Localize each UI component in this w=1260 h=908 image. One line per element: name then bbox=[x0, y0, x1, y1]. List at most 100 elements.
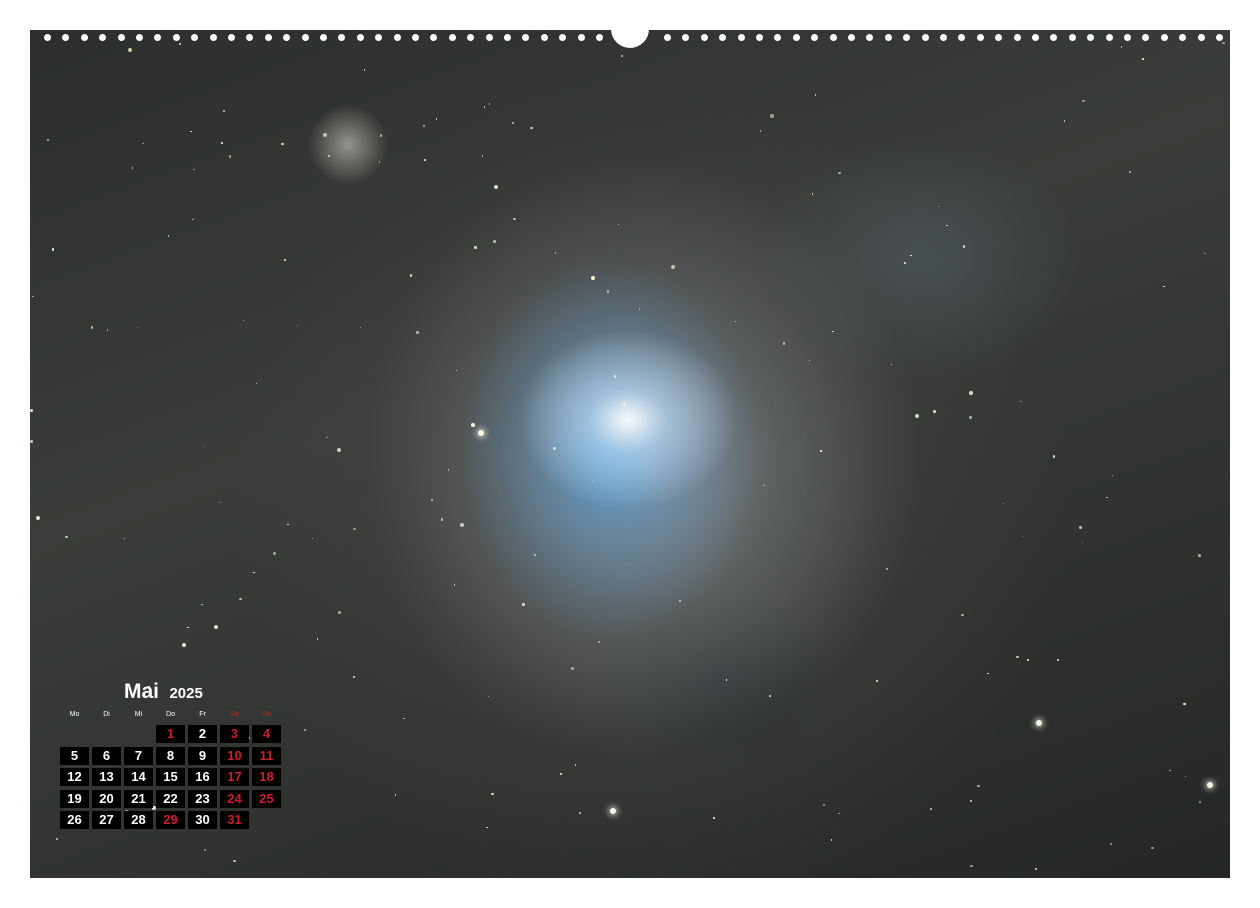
binding-hole bbox=[1198, 34, 1205, 41]
binding-hole bbox=[357, 34, 364, 41]
star bbox=[192, 219, 194, 221]
bright-star bbox=[478, 430, 484, 436]
star bbox=[1163, 286, 1165, 288]
binding-hole bbox=[136, 34, 143, 41]
star bbox=[273, 552, 276, 555]
star bbox=[1198, 554, 1201, 557]
binding-hole bbox=[449, 34, 456, 41]
star bbox=[47, 139, 49, 141]
star bbox=[1020, 401, 1022, 403]
star bbox=[30, 440, 33, 443]
binding-hole bbox=[903, 34, 910, 41]
star bbox=[832, 331, 834, 333]
star bbox=[416, 331, 419, 334]
star bbox=[32, 296, 34, 298]
calendar-day: 28 bbox=[124, 811, 153, 829]
binding-hole bbox=[375, 34, 382, 41]
calendar-day: 8 bbox=[156, 747, 185, 765]
weekday-label: Do bbox=[156, 711, 185, 718]
binding-hole bbox=[1124, 34, 1131, 41]
star bbox=[769, 695, 771, 697]
star bbox=[30, 409, 33, 412]
weekday-label: Fr bbox=[188, 711, 217, 718]
calendar-day: 22 bbox=[156, 790, 185, 808]
star bbox=[379, 161, 381, 163]
star bbox=[448, 469, 450, 471]
star bbox=[36, 516, 40, 520]
star bbox=[142, 143, 144, 145]
star bbox=[1169, 770, 1171, 772]
star bbox=[1142, 58, 1144, 60]
star bbox=[1121, 46, 1123, 48]
binding-hole bbox=[173, 34, 180, 41]
star bbox=[297, 325, 299, 327]
star bbox=[591, 276, 595, 280]
star bbox=[281, 143, 284, 146]
weekday-label: Mo bbox=[60, 711, 89, 718]
star bbox=[137, 327, 139, 329]
binding-hole bbox=[302, 34, 309, 41]
star bbox=[815, 94, 817, 96]
binding-hole bbox=[522, 34, 529, 41]
binding-hole bbox=[467, 34, 474, 41]
star bbox=[735, 321, 737, 323]
calendar-day: 26 bbox=[60, 811, 89, 829]
calendar-day: 25 bbox=[252, 790, 281, 808]
binding-hole bbox=[559, 34, 566, 41]
star bbox=[639, 308, 641, 310]
star bbox=[512, 122, 515, 125]
star bbox=[193, 169, 195, 171]
calendar-day: 4 bbox=[252, 725, 281, 743]
star bbox=[489, 103, 491, 105]
binding-hole bbox=[210, 34, 217, 41]
weekday-label: Mi bbox=[124, 711, 153, 718]
star bbox=[239, 598, 242, 601]
star bbox=[618, 224, 620, 226]
binding-hole bbox=[1142, 34, 1149, 41]
binding-hole bbox=[394, 34, 401, 41]
star bbox=[760, 130, 762, 132]
calendar-day: 17 bbox=[220, 768, 249, 786]
calendar-day: 12 bbox=[60, 768, 89, 786]
star bbox=[1064, 120, 1066, 122]
star bbox=[360, 327, 362, 329]
bright-star bbox=[1207, 782, 1213, 788]
star bbox=[513, 218, 516, 221]
binding-hole bbox=[504, 34, 511, 41]
star bbox=[621, 55, 624, 58]
binding-hole bbox=[830, 34, 837, 41]
binding-hole bbox=[486, 34, 493, 41]
star bbox=[491, 793, 494, 796]
star bbox=[671, 265, 675, 269]
star bbox=[91, 326, 94, 329]
star bbox=[838, 172, 841, 175]
star bbox=[891, 364, 893, 366]
calendar-day: 10 bbox=[220, 747, 249, 765]
star bbox=[190, 131, 192, 133]
star bbox=[229, 155, 232, 158]
star bbox=[317, 638, 319, 640]
star bbox=[876, 680, 878, 682]
star bbox=[323, 133, 327, 137]
weekday-label: Sa bbox=[220, 711, 249, 718]
binding-hole bbox=[995, 34, 1002, 41]
calendar-day: 6 bbox=[92, 747, 121, 765]
star bbox=[253, 572, 255, 574]
calendar-day: 13 bbox=[92, 768, 121, 786]
star bbox=[1079, 526, 1082, 529]
calendar-day: 24 bbox=[220, 790, 249, 808]
star bbox=[107, 329, 109, 331]
star bbox=[933, 410, 936, 413]
weekday-label: Di bbox=[92, 711, 121, 718]
star bbox=[969, 416, 972, 419]
binding-hole bbox=[44, 34, 51, 41]
star bbox=[441, 518, 444, 521]
star bbox=[823, 804, 826, 807]
binding-hole bbox=[541, 34, 548, 41]
calendar-day: 20 bbox=[92, 790, 121, 808]
binding-hole bbox=[664, 34, 671, 41]
star bbox=[915, 414, 919, 418]
star bbox=[380, 134, 383, 137]
star bbox=[838, 813, 840, 815]
star bbox=[204, 849, 207, 852]
